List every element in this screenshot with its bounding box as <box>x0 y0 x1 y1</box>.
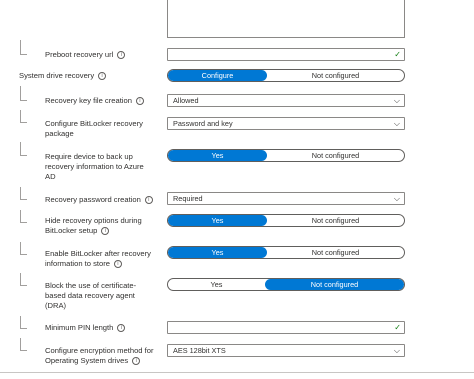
minimum-pin-length-input[interactable]: ✓ <box>167 321 405 334</box>
tree-connector <box>20 40 27 55</box>
check-icon: ✓ <box>394 50 401 59</box>
tree-connector <box>20 338 27 351</box>
chevron-down-icon: ⌵ <box>393 96 400 105</box>
chevron-down-icon: ⌵ <box>393 346 400 355</box>
yes-option[interactable]: Yes <box>168 247 267 258</box>
recovery-key-file-creation-dropdown[interactable]: Allowed ⌵ <box>167 94 405 107</box>
info-icon[interactable]: i <box>135 97 144 105</box>
info-icon[interactable]: i <box>101 227 110 235</box>
recovery-password-creation-label: Recovery password creation i <box>45 195 153 205</box>
block-certificate-dra-label: Block the use of certificate- based data… <box>45 281 137 310</box>
chevron-down-icon: ⌵ <box>393 194 400 203</box>
require-backup-azure-ad-label: Require device to back up recovery infor… <box>45 152 144 181</box>
system-drive-recovery-toggle[interactable]: Configure Not configured <box>167 69 405 82</box>
preboot-recovery-url-label: Preboot recovery url i <box>45 50 126 60</box>
info-icon[interactable]: i <box>98 72 107 80</box>
recovery-key-file-creation-label: Recovery key file creation i <box>45 96 144 106</box>
system-drive-recovery-label: System drive recovery i <box>19 71 107 81</box>
tree-connector <box>20 142 27 156</box>
not-configured-option[interactable]: Not configured <box>267 70 404 81</box>
info-icon[interactable]: i <box>114 260 122 268</box>
tree-connector <box>20 316 27 329</box>
multiline-text-field[interactable] <box>167 0 405 38</box>
minimum-pin-length-label: Minimum PIN length i <box>45 323 126 333</box>
not-configured-option[interactable]: Not configured <box>267 215 404 226</box>
check-icon: ✓ <box>394 323 401 332</box>
require-backup-azure-ad-toggle[interactable]: Yes Not configured <box>167 149 405 162</box>
info-icon[interactable]: i <box>144 196 153 204</box>
not-configured-option[interactable]: Not configured <box>267 247 404 258</box>
hide-recovery-options-label: Hide recovery options during BitLocker s… <box>45 216 142 235</box>
info-icon[interactable]: i <box>132 357 141 365</box>
recovery-password-creation-dropdown[interactable]: Required ⌵ <box>167 192 405 205</box>
tree-connector <box>20 86 27 101</box>
encryption-method-os-dropdown[interactable]: AES 128bit XTS ⌵ <box>167 344 405 357</box>
not-configured-option[interactable]: Not configured <box>267 150 404 161</box>
configure-bitlocker-recovery-package-label: Configure BitLocker recovery package <box>45 119 143 138</box>
not-configured-option[interactable]: Not configured <box>265 279 404 290</box>
preboot-recovery-url-input[interactable]: ✓ <box>167 48 405 61</box>
configure-bitlocker-recovery-package-dropdown[interactable]: Password and key ⌵ <box>167 117 405 130</box>
tree-connector <box>20 110 27 123</box>
info-icon[interactable]: i <box>117 324 126 332</box>
block-certificate-dra-toggle[interactable]: Yes Not configured <box>167 278 405 291</box>
enable-bitlocker-after-recovery-toggle[interactable]: Yes Not configured <box>167 246 405 259</box>
tree-connector <box>20 187 27 200</box>
hide-recovery-options-toggle[interactable]: Yes Not configured <box>167 214 405 227</box>
yes-option[interactable]: Yes <box>168 150 267 161</box>
configure-option[interactable]: Configure <box>168 70 267 81</box>
enable-bitlocker-after-recovery-label: Enable BitLocker after recovery informat… <box>45 249 151 268</box>
tree-connector <box>20 242 27 255</box>
chevron-down-icon: ⌵ <box>393 119 400 128</box>
divider <box>0 372 474 373</box>
tree-connector <box>20 273 27 286</box>
tree-connector <box>20 210 27 223</box>
info-icon[interactable]: i <box>117 51 126 59</box>
yes-option[interactable]: Yes <box>168 279 265 290</box>
encryption-method-os-label: Configure encryption method for Operatin… <box>45 346 154 365</box>
yes-option[interactable]: Yes <box>168 215 267 226</box>
